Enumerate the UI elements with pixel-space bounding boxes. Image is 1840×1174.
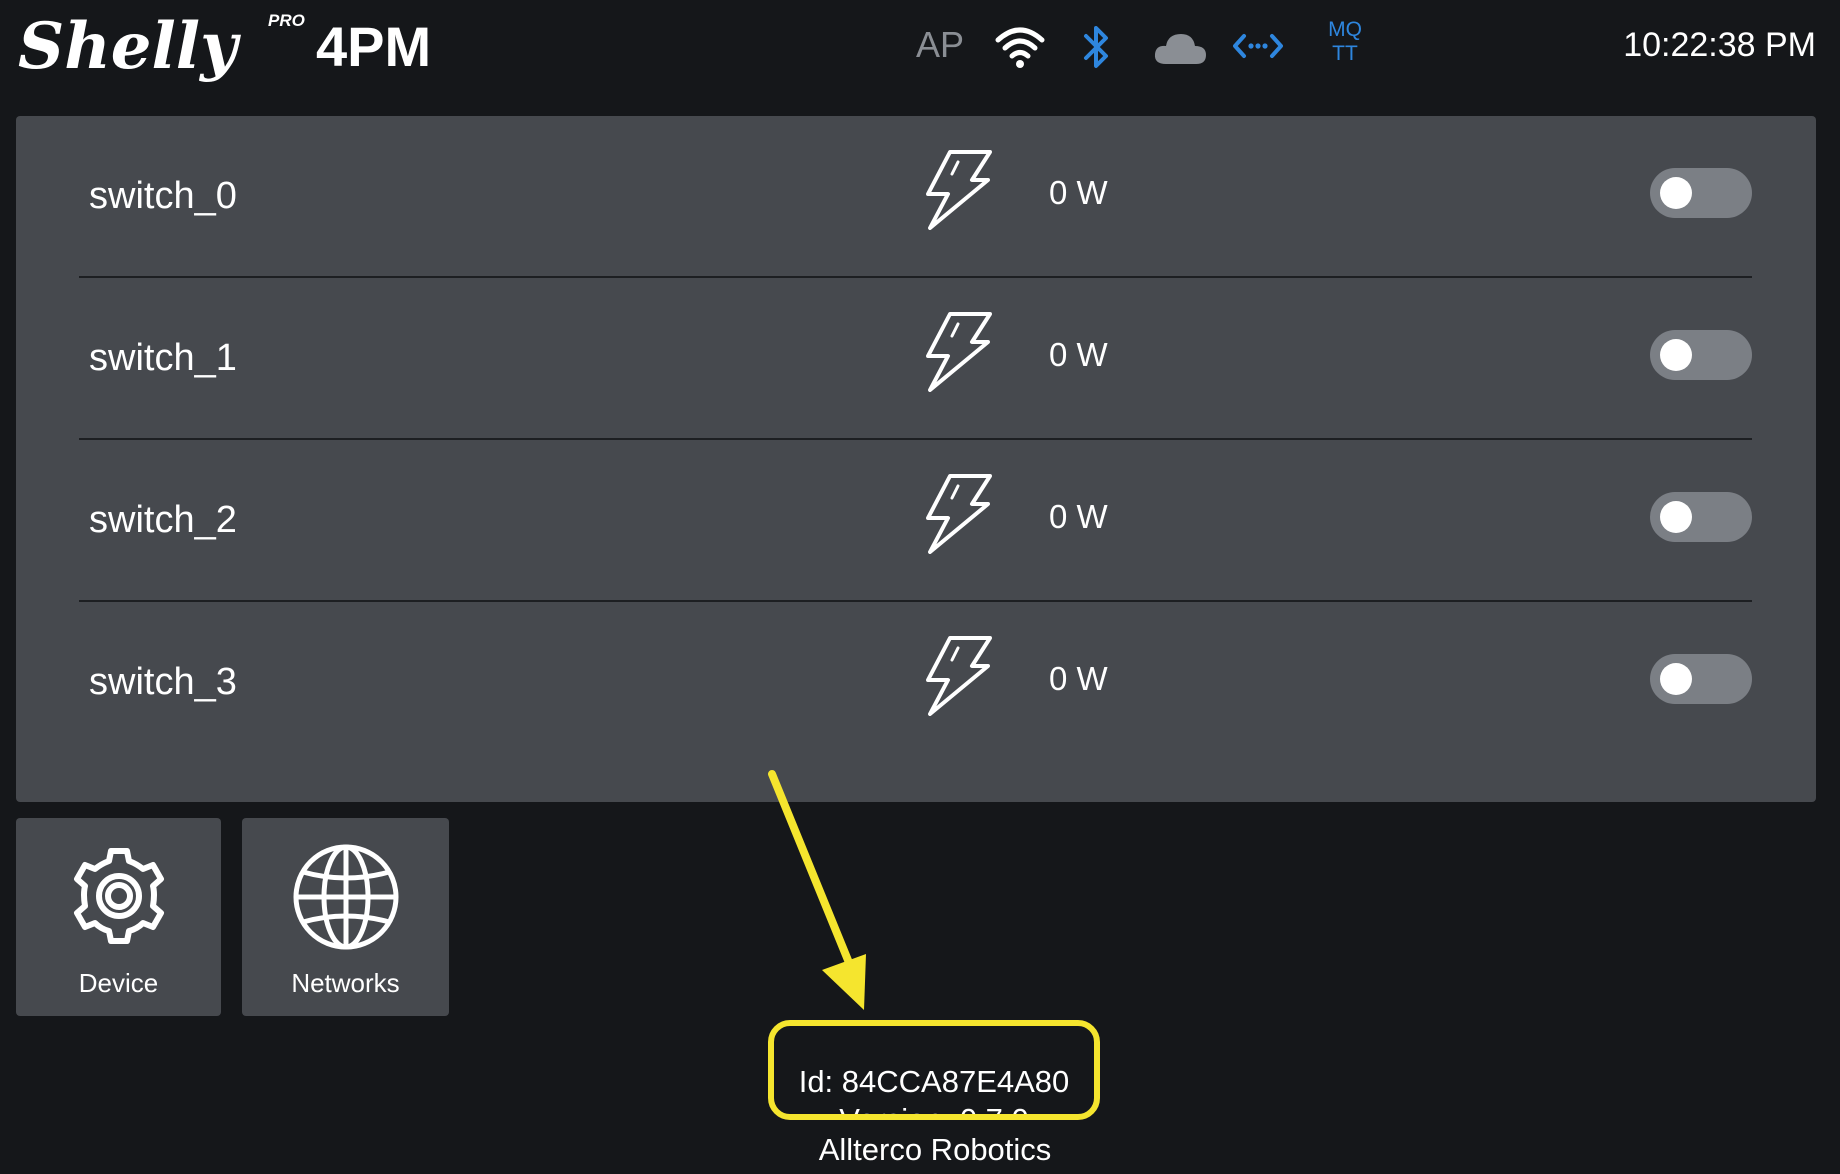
device-id-highlight: Id: 84CCA87E4A80 Version: 0.7.0 — [768, 1020, 1100, 1120]
device-id: Id: 84CCA87E4A80 — [798, 1064, 1070, 1099]
company-name: Allterco Robotics — [818, 1132, 1052, 1167]
firmware-version: Version: 0.7.0 — [839, 1102, 1029, 1120]
annotation-arrow — [768, 770, 866, 1010]
